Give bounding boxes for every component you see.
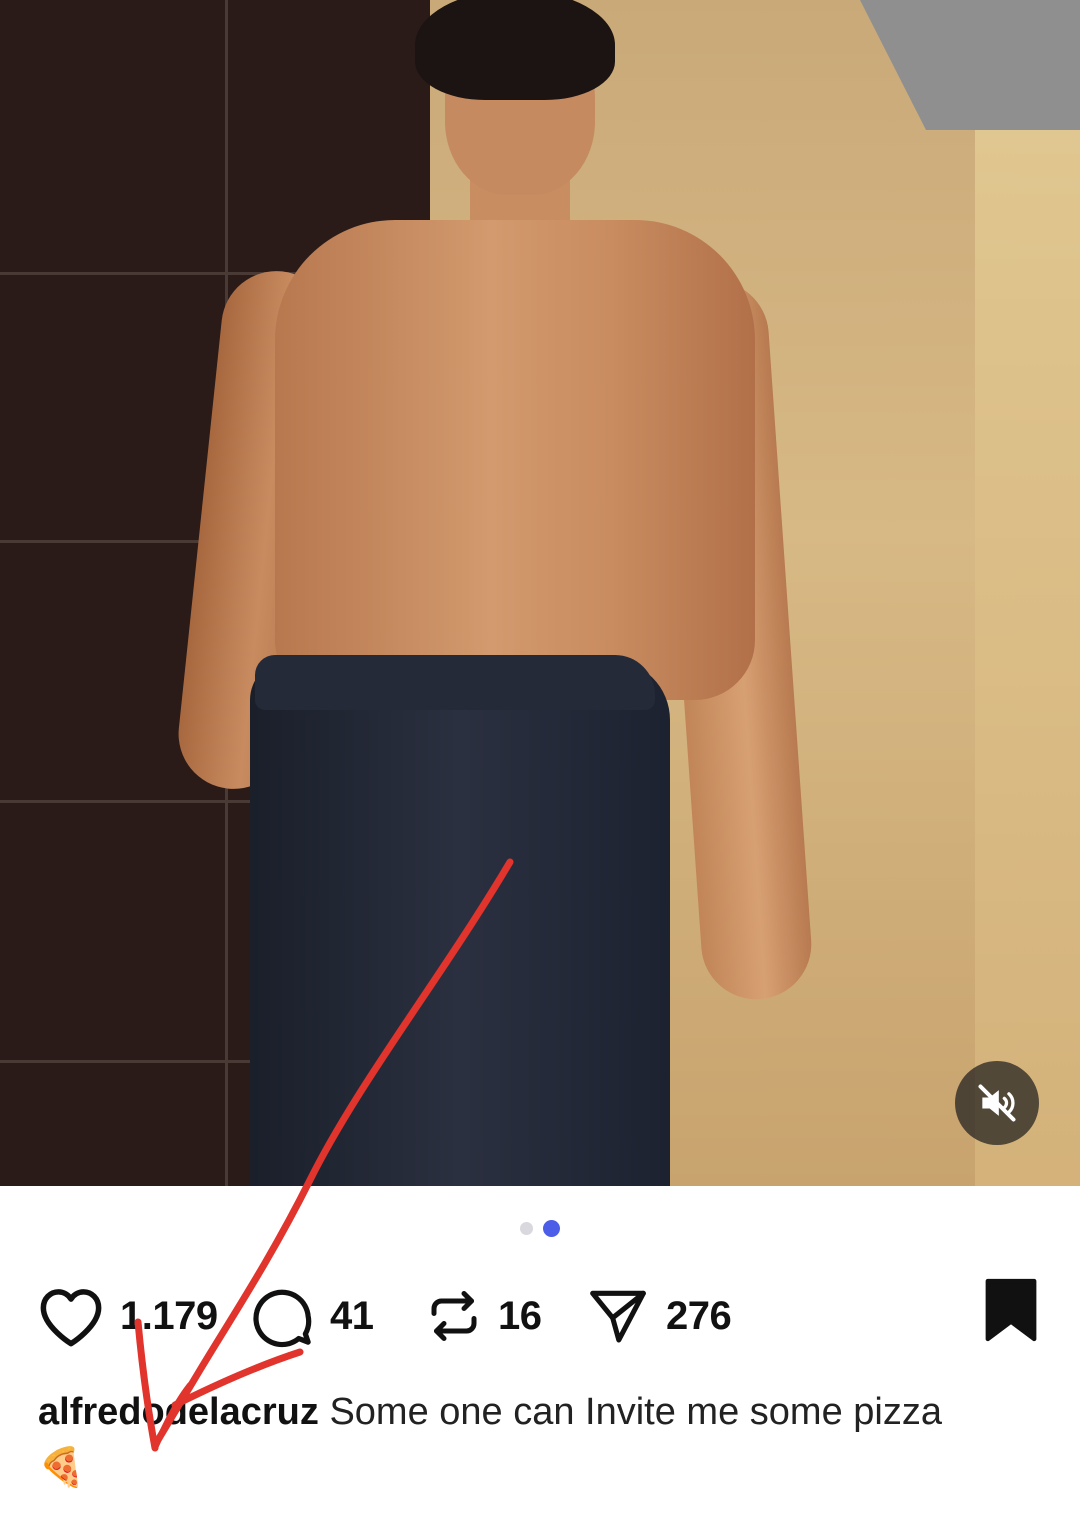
comment-count[interactable]: 41: [330, 1294, 374, 1339]
post-caption: alfredodelacruz Some one can Invite me s…: [38, 1384, 998, 1496]
repost-count[interactable]: 16: [498, 1294, 542, 1339]
save-button[interactable]: [982, 1278, 1040, 1342]
mute-button[interactable]: [955, 1061, 1039, 1145]
carousel-page-indicator: [0, 1220, 1080, 1240]
post-action-bar: 1.179 41 16 276: [36, 1276, 1046, 1356]
subject-waistband: [255, 655, 655, 710]
page-dot-active: [543, 1220, 560, 1237]
paper-plane-icon: [590, 1290, 646, 1343]
like-count[interactable]: 1.179: [120, 1294, 218, 1339]
caption-username[interactable]: alfredodelacruz: [38, 1391, 319, 1433]
like-button[interactable]: 1.179: [36, 1276, 218, 1356]
repost-button[interactable]: 16: [424, 1276, 542, 1356]
speaker-muted-icon: [978, 1084, 1016, 1122]
subject-torso: [275, 220, 755, 700]
subject-pants: [250, 660, 670, 1186]
heart-icon: [40, 1289, 102, 1347]
photo-subject: [173, 0, 820, 1186]
share-count[interactable]: 276: [666, 1294, 732, 1339]
repost-icon: [431, 1291, 477, 1341]
background-wall-corner: [975, 120, 1080, 1186]
comment-button[interactable]: 41: [248, 1276, 374, 1356]
page-dot: [520, 1222, 533, 1235]
subject-hair: [415, 0, 615, 100]
share-button[interactable]: 276: [584, 1276, 732, 1356]
bookmark-icon: [985, 1278, 1037, 1342]
post-media[interactable]: [0, 0, 1080, 1186]
speech-bubble-icon: [253, 1289, 312, 1348]
